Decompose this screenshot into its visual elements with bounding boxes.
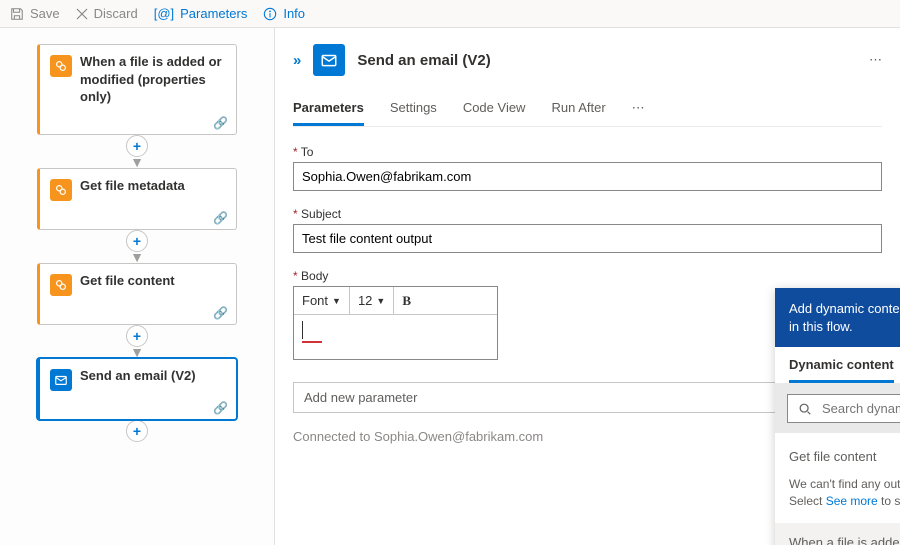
editor-toolbar: Font▼ 12▼ B xyxy=(294,287,497,315)
tab-overflow[interactable]: ⋯ xyxy=(632,94,645,126)
sharepoint-icon xyxy=(50,179,72,201)
font-selector[interactable]: Font▼ xyxy=(294,287,350,314)
spellcheck-underline xyxy=(302,341,322,343)
tab-code-view[interactable]: Code View xyxy=(463,94,526,126)
dynamic-panel-header: Add dynamic content from the apps and co… xyxy=(775,288,900,347)
step-get-file-content[interactable]: Get file content 🔗 xyxy=(37,263,237,325)
dynamic-header-text: Add dynamic content from the apps and co… xyxy=(789,300,900,335)
step-detail-panel: » Send an email (V2) ⋯ Parameters Settin… xyxy=(275,28,900,545)
save-icon xyxy=(10,7,24,21)
step-metadata-title: Get file metadata xyxy=(80,177,185,195)
dynamic-search-row xyxy=(775,384,900,433)
section-title: When a file is added or updated xyxy=(789,535,900,545)
detail-title: Send an email (V2) xyxy=(357,52,490,69)
top-toolbar: Save Discard [@] Parameters Info xyxy=(0,0,900,28)
main-area: When a file is added or modified (proper… xyxy=(0,28,900,545)
arrow-down-icon: ▼ xyxy=(130,252,144,263)
search-icon xyxy=(798,402,812,416)
to-label: * To xyxy=(293,145,882,159)
caret-down-icon: ▼ xyxy=(332,296,341,306)
connector: + ▼ xyxy=(126,135,148,168)
font-size-selector[interactable]: 12▼ xyxy=(350,287,394,314)
step-send-email[interactable]: Send an email (V2) 🔗 xyxy=(37,358,237,420)
caret-down-icon: ▼ xyxy=(376,296,385,306)
link-icon: 🔗 xyxy=(213,401,228,415)
tab-dynamic-content[interactable]: Dynamic content xyxy=(789,347,894,383)
subject-input[interactable] xyxy=(293,224,882,253)
connector: + ▼ xyxy=(126,230,148,263)
connector: + xyxy=(126,420,148,442)
parameters-label: Parameters xyxy=(180,6,247,21)
add-step-button[interactable]: + xyxy=(126,420,148,442)
step-email-title: Send an email (V2) xyxy=(80,367,196,385)
arrow-down-icon: ▼ xyxy=(130,157,144,168)
outlook-icon xyxy=(50,369,72,391)
collapse-button[interactable]: » xyxy=(293,52,301,69)
detail-header: » Send an email (V2) ⋯ xyxy=(293,42,882,82)
sharepoint-icon xyxy=(50,274,72,296)
parameters-button[interactable]: [@] Parameters xyxy=(154,6,248,21)
link-icon: 🔗 xyxy=(213,306,228,320)
text-cursor xyxy=(302,321,303,339)
more-menu-button[interactable]: ⋯ xyxy=(869,52,882,68)
info-label: Info xyxy=(283,6,305,21)
step-content-title: Get file content xyxy=(80,272,175,290)
to-input[interactable] xyxy=(293,162,882,191)
link-icon: 🔗 xyxy=(213,211,228,225)
step-trigger[interactable]: When a file is added or modified (proper… xyxy=(37,44,237,135)
dynamic-empty-message: We can't find any outputs to match this … xyxy=(775,476,900,523)
tab-parameters[interactable]: Parameters xyxy=(293,94,364,126)
dynamic-tabs: Dynamic content Expression xyxy=(775,347,900,384)
dynamic-section-get-file-content: Get file content See more xyxy=(775,433,900,476)
close-icon xyxy=(76,8,88,20)
info-button[interactable]: Info xyxy=(263,6,305,21)
dynamic-search-box[interactable] xyxy=(787,394,900,423)
tab-run-after[interactable]: Run After xyxy=(551,94,605,126)
discard-label: Discard xyxy=(94,6,138,21)
bold-button[interactable]: B xyxy=(394,287,419,314)
body-label: * Body xyxy=(293,269,882,283)
dynamic-search-input[interactable] xyxy=(822,401,900,416)
flow-canvas: When a file is added or modified (proper… xyxy=(0,28,275,545)
dynamic-section-trigger: When a file is added or updated See more xyxy=(775,523,900,545)
arrow-down-icon: ▼ xyxy=(130,347,144,358)
save-button[interactable]: Save xyxy=(10,6,60,21)
see-more-link[interactable]: See more xyxy=(826,494,878,508)
dynamic-content-panel: Add dynamic content from the apps and co… xyxy=(775,288,900,545)
discard-button[interactable]: Discard xyxy=(76,6,138,21)
outlook-icon xyxy=(313,44,345,76)
parameters-icon: [@] xyxy=(154,6,174,21)
link-icon: 🔗 xyxy=(213,116,228,130)
step-trigger-title: When a file is added or modified (proper… xyxy=(80,53,226,106)
save-label: Save xyxy=(30,6,60,21)
subject-label: * Subject xyxy=(293,207,882,221)
body-editor: Font▼ 12▼ B xyxy=(293,286,498,360)
step-get-file-metadata[interactable]: Get file metadata 🔗 xyxy=(37,168,237,230)
tab-settings[interactable]: Settings xyxy=(390,94,437,126)
detail-tabs: Parameters Settings Code View Run After … xyxy=(293,94,882,127)
connector: + ▼ xyxy=(126,325,148,358)
section-title: Get file content xyxy=(789,449,876,464)
info-icon xyxy=(263,7,277,21)
sharepoint-icon xyxy=(50,55,72,77)
body-textarea[interactable] xyxy=(294,315,497,359)
